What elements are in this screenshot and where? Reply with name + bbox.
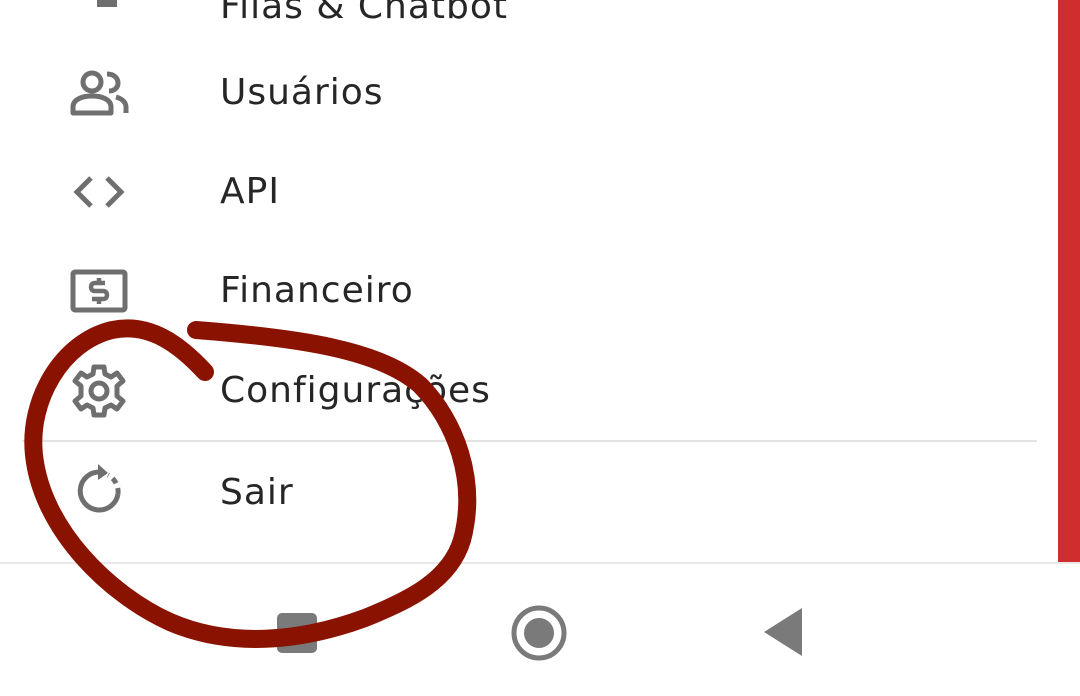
sidebar-item-label: Filas & Chatbot	[220, 0, 508, 27]
sidebar-item-label: Financeiro	[220, 270, 414, 311]
users-icon	[66, 66, 132, 120]
sidebar-item-filas[interactable]: Filas & Chatbot	[0, 0, 1058, 40]
sidebar-item-financeiro[interactable]: Financeiro	[0, 246, 1058, 338]
main-content-edge	[1058, 0, 1080, 562]
refresh-dashed-icon	[66, 464, 132, 518]
back-icon	[764, 608, 802, 656]
logout-label: Sair	[220, 472, 294, 513]
home-icon	[511, 605, 567, 661]
sidebar-item-configuracoes[interactable]: Configurações	[0, 344, 1058, 436]
back-button[interactable]	[762, 606, 806, 658]
home-button[interactable]	[510, 604, 568, 662]
recents-button[interactable]	[276, 612, 318, 654]
recents-icon	[277, 613, 317, 653]
dollar-icon	[66, 264, 132, 318]
sidebar-item-api[interactable]: API	[0, 147, 1058, 239]
queue-icon	[66, 0, 132, 22]
sidebar-item-label: API	[220, 171, 280, 212]
system-navigation-bar	[0, 562, 1080, 696]
code-icon	[66, 165, 132, 219]
sidebar-item-label: Configurações	[220, 370, 491, 411]
gear-icon	[66, 364, 132, 418]
app-screen: Filas & Chatbot Usuários API Financeiro …	[0, 0, 1080, 696]
logout-button[interactable]: Sair	[0, 446, 1058, 538]
menu-divider	[22, 440, 1037, 442]
sidebar-item-label: Usuários	[220, 72, 384, 113]
sidebar-item-usuarios[interactable]: Usuários	[0, 48, 1058, 140]
